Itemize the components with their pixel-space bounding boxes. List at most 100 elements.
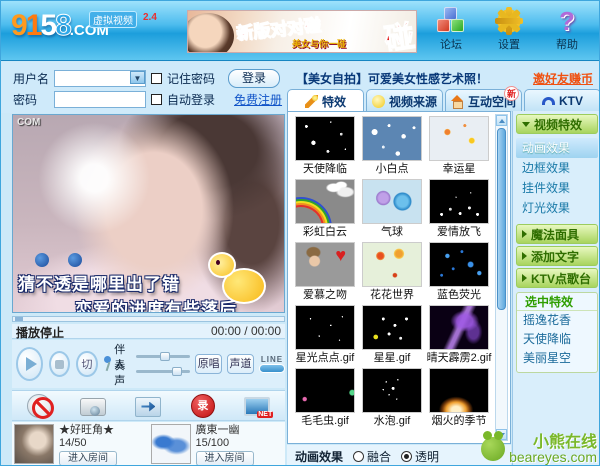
effect-thumbnail[interactable]: [362, 305, 422, 350]
channel-button[interactable]: 声道: [227, 354, 254, 374]
section-magic-mask[interactable]: 魔法面具: [516, 224, 598, 244]
blend-radio-option[interactable]: 融合: [353, 448, 391, 465]
effect-thumbnail[interactable]: [295, 116, 355, 161]
effect-thumbnail[interactable]: [429, 305, 489, 350]
stop-button[interactable]: [49, 351, 70, 377]
room-list: ★好旺角★ 14/50 进入房间 廣東一幽 15/100 进入房间: [12, 422, 285, 466]
register-link[interactable]: 免费注册: [234, 91, 282, 108]
tab-effects[interactable]: 特效: [287, 89, 364, 112]
effect-item[interactable]: 星星.gif: [359, 305, 425, 364]
gear-icon: [495, 7, 523, 35]
chevron-right-icon: [522, 252, 527, 260]
effect-item[interactable]: 晴天霹雳2.gif: [426, 305, 492, 364]
effect-item[interactable]: 烟火的季节: [426, 368, 492, 427]
room-thumbnail[interactable]: [14, 424, 54, 464]
play-button[interactable]: [16, 347, 43, 381]
remember-checkbox[interactable]: [151, 73, 162, 84]
camera-off-button[interactable]: [27, 394, 51, 418]
record-button[interactable]: 录: [191, 394, 215, 418]
accompany-slider[interactable]: [136, 355, 190, 358]
video-preview: COM 猜不透是哪里出了错 恋爱的进度有些落后: [12, 114, 285, 313]
ad-banner[interactable]: 新版对对碰 美女与你一碰 碰: [187, 10, 417, 53]
effect-item[interactable]: 气球: [359, 179, 425, 238]
password-input[interactable]: [54, 91, 146, 108]
effect-thumbnail[interactable]: [295, 242, 355, 287]
earn-coins-link[interactable]: 邀好友赚币: [533, 70, 593, 87]
scrollbar-thumb[interactable]: [497, 128, 506, 310]
settings-button[interactable]: 设置: [487, 7, 531, 52]
login-button[interactable]: 登录: [228, 69, 280, 88]
video-effects-list: 动画效果 边框效果 挂件效果 灯光效果: [516, 136, 598, 224]
section-add-text[interactable]: 添加文字: [516, 246, 598, 266]
effect-item[interactable]: 水泡.gif: [359, 368, 425, 427]
effect-item[interactable]: 幸运星: [426, 116, 492, 175]
effect-thumbnail[interactable]: [429, 242, 489, 287]
scroll-up-icon[interactable]: [496, 115, 507, 126]
effect-item[interactable]: 星光点点.gif: [292, 305, 358, 364]
effect-thumbnail[interactable]: [362, 242, 422, 287]
effects-scrollbar[interactable]: [495, 114, 508, 441]
effect-thumbnail[interactable]: [295, 368, 355, 413]
blend-radio[interactable]: [353, 451, 364, 462]
help-button[interactable]: ? 帮助: [545, 7, 589, 52]
line-toggle[interactable]: [259, 364, 285, 373]
effect-label: 幸运星: [426, 163, 492, 175]
effect-thumbnail[interactable]: [429, 179, 489, 224]
effect-item[interactable]: 小白点: [359, 116, 425, 175]
sidebar-item-border[interactable]: 边框效果: [516, 158, 598, 178]
autologin-checkbox[interactable]: [151, 94, 162, 105]
switch-button[interactable]: 切: [76, 351, 97, 377]
effect-thumbnail[interactable]: [429, 116, 489, 161]
original-vocal-button[interactable]: 原唱: [195, 354, 222, 374]
sidebar-item-pendant[interactable]: 挂件效果: [516, 178, 598, 198]
effect-item[interactable]: 天使降临: [292, 116, 358, 175]
section-ktv[interactable]: KTV点歌台: [516, 268, 598, 288]
effect-item[interactable]: 爱慕之吻: [292, 242, 358, 301]
room-thumbnail[interactable]: [151, 424, 191, 464]
effect-thumbnail[interactable]: [362, 116, 422, 161]
accompany-slider-thumb[interactable]: [160, 352, 170, 361]
selected-effect-item[interactable]: 美丽星空: [517, 349, 597, 368]
effect-item[interactable]: 花花世界: [359, 242, 425, 301]
enter-room-button[interactable]: 进入房间: [59, 451, 117, 466]
voice-slider[interactable]: [136, 370, 190, 373]
effect-label: 水泡.gif: [359, 415, 425, 427]
transparent-radio[interactable]: [401, 451, 412, 462]
video-frames-button[interactable]: [135, 397, 161, 417]
voice-slider-thumb[interactable]: [172, 367, 182, 376]
effect-thumbnail[interactable]: [362, 368, 422, 413]
app-window: 9158.COM 虚拟视频 2.4 新版对对碰 美女与你一碰 碰 论坛 设置 ?…: [0, 0, 600, 466]
effect-thumbnail[interactable]: [295, 179, 355, 224]
forum-button[interactable]: 论坛: [429, 7, 473, 52]
tab-ktv[interactable]: KTV: [524, 89, 600, 112]
sidebar-item-animation[interactable]: 动画效果: [516, 138, 598, 158]
effect-label: 烟火的季节: [426, 415, 492, 427]
tab-video-source[interactable]: 视频来源: [366, 89, 443, 112]
enter-room-button[interactable]: 进入房间: [196, 451, 254, 466]
effect-item[interactable]: 蓝色荧光: [426, 242, 492, 301]
snapshot-button[interactable]: [80, 398, 106, 416]
effect-label: 晴天霹雳2.gif: [426, 352, 492, 364]
help-label: 帮助: [545, 36, 589, 52]
username-combobox[interactable]: ▼: [54, 70, 146, 87]
seek-handle[interactable]: [15, 317, 23, 321]
effect-thumbnail[interactable]: [362, 179, 422, 224]
sidebar-item-light[interactable]: 灯光效果: [516, 198, 598, 218]
combo-dropdown-icon[interactable]: ▼: [130, 71, 145, 84]
effect-thumbnail[interactable]: [429, 368, 489, 413]
seek-bar[interactable]: [12, 316, 285, 322]
effect-thumbnail[interactable]: [295, 305, 355, 350]
transparent-radio-option[interactable]: 透明: [401, 448, 439, 465]
effect-item[interactable]: 爱情放飞: [426, 179, 492, 238]
play-icon: [26, 357, 37, 371]
selected-effect-item[interactable]: 摇逸花香: [517, 311, 597, 330]
tab-interact-space[interactable]: 互动空间新: [445, 89, 522, 112]
net-monitor-button[interactable]: NET: [244, 397, 270, 416]
effect-item[interactable]: 毛毛虫.gif: [292, 368, 358, 427]
section-video-effects[interactable]: 视频特效: [516, 114, 598, 134]
tab-effects-label: 特效: [322, 93, 346, 110]
selected-effect-item[interactable]: 天使降临: [517, 330, 597, 349]
username-label: 用户名: [13, 70, 49, 87]
scroll-down-icon[interactable]: [496, 429, 507, 440]
effect-item[interactable]: 彩虹白云: [292, 179, 358, 238]
